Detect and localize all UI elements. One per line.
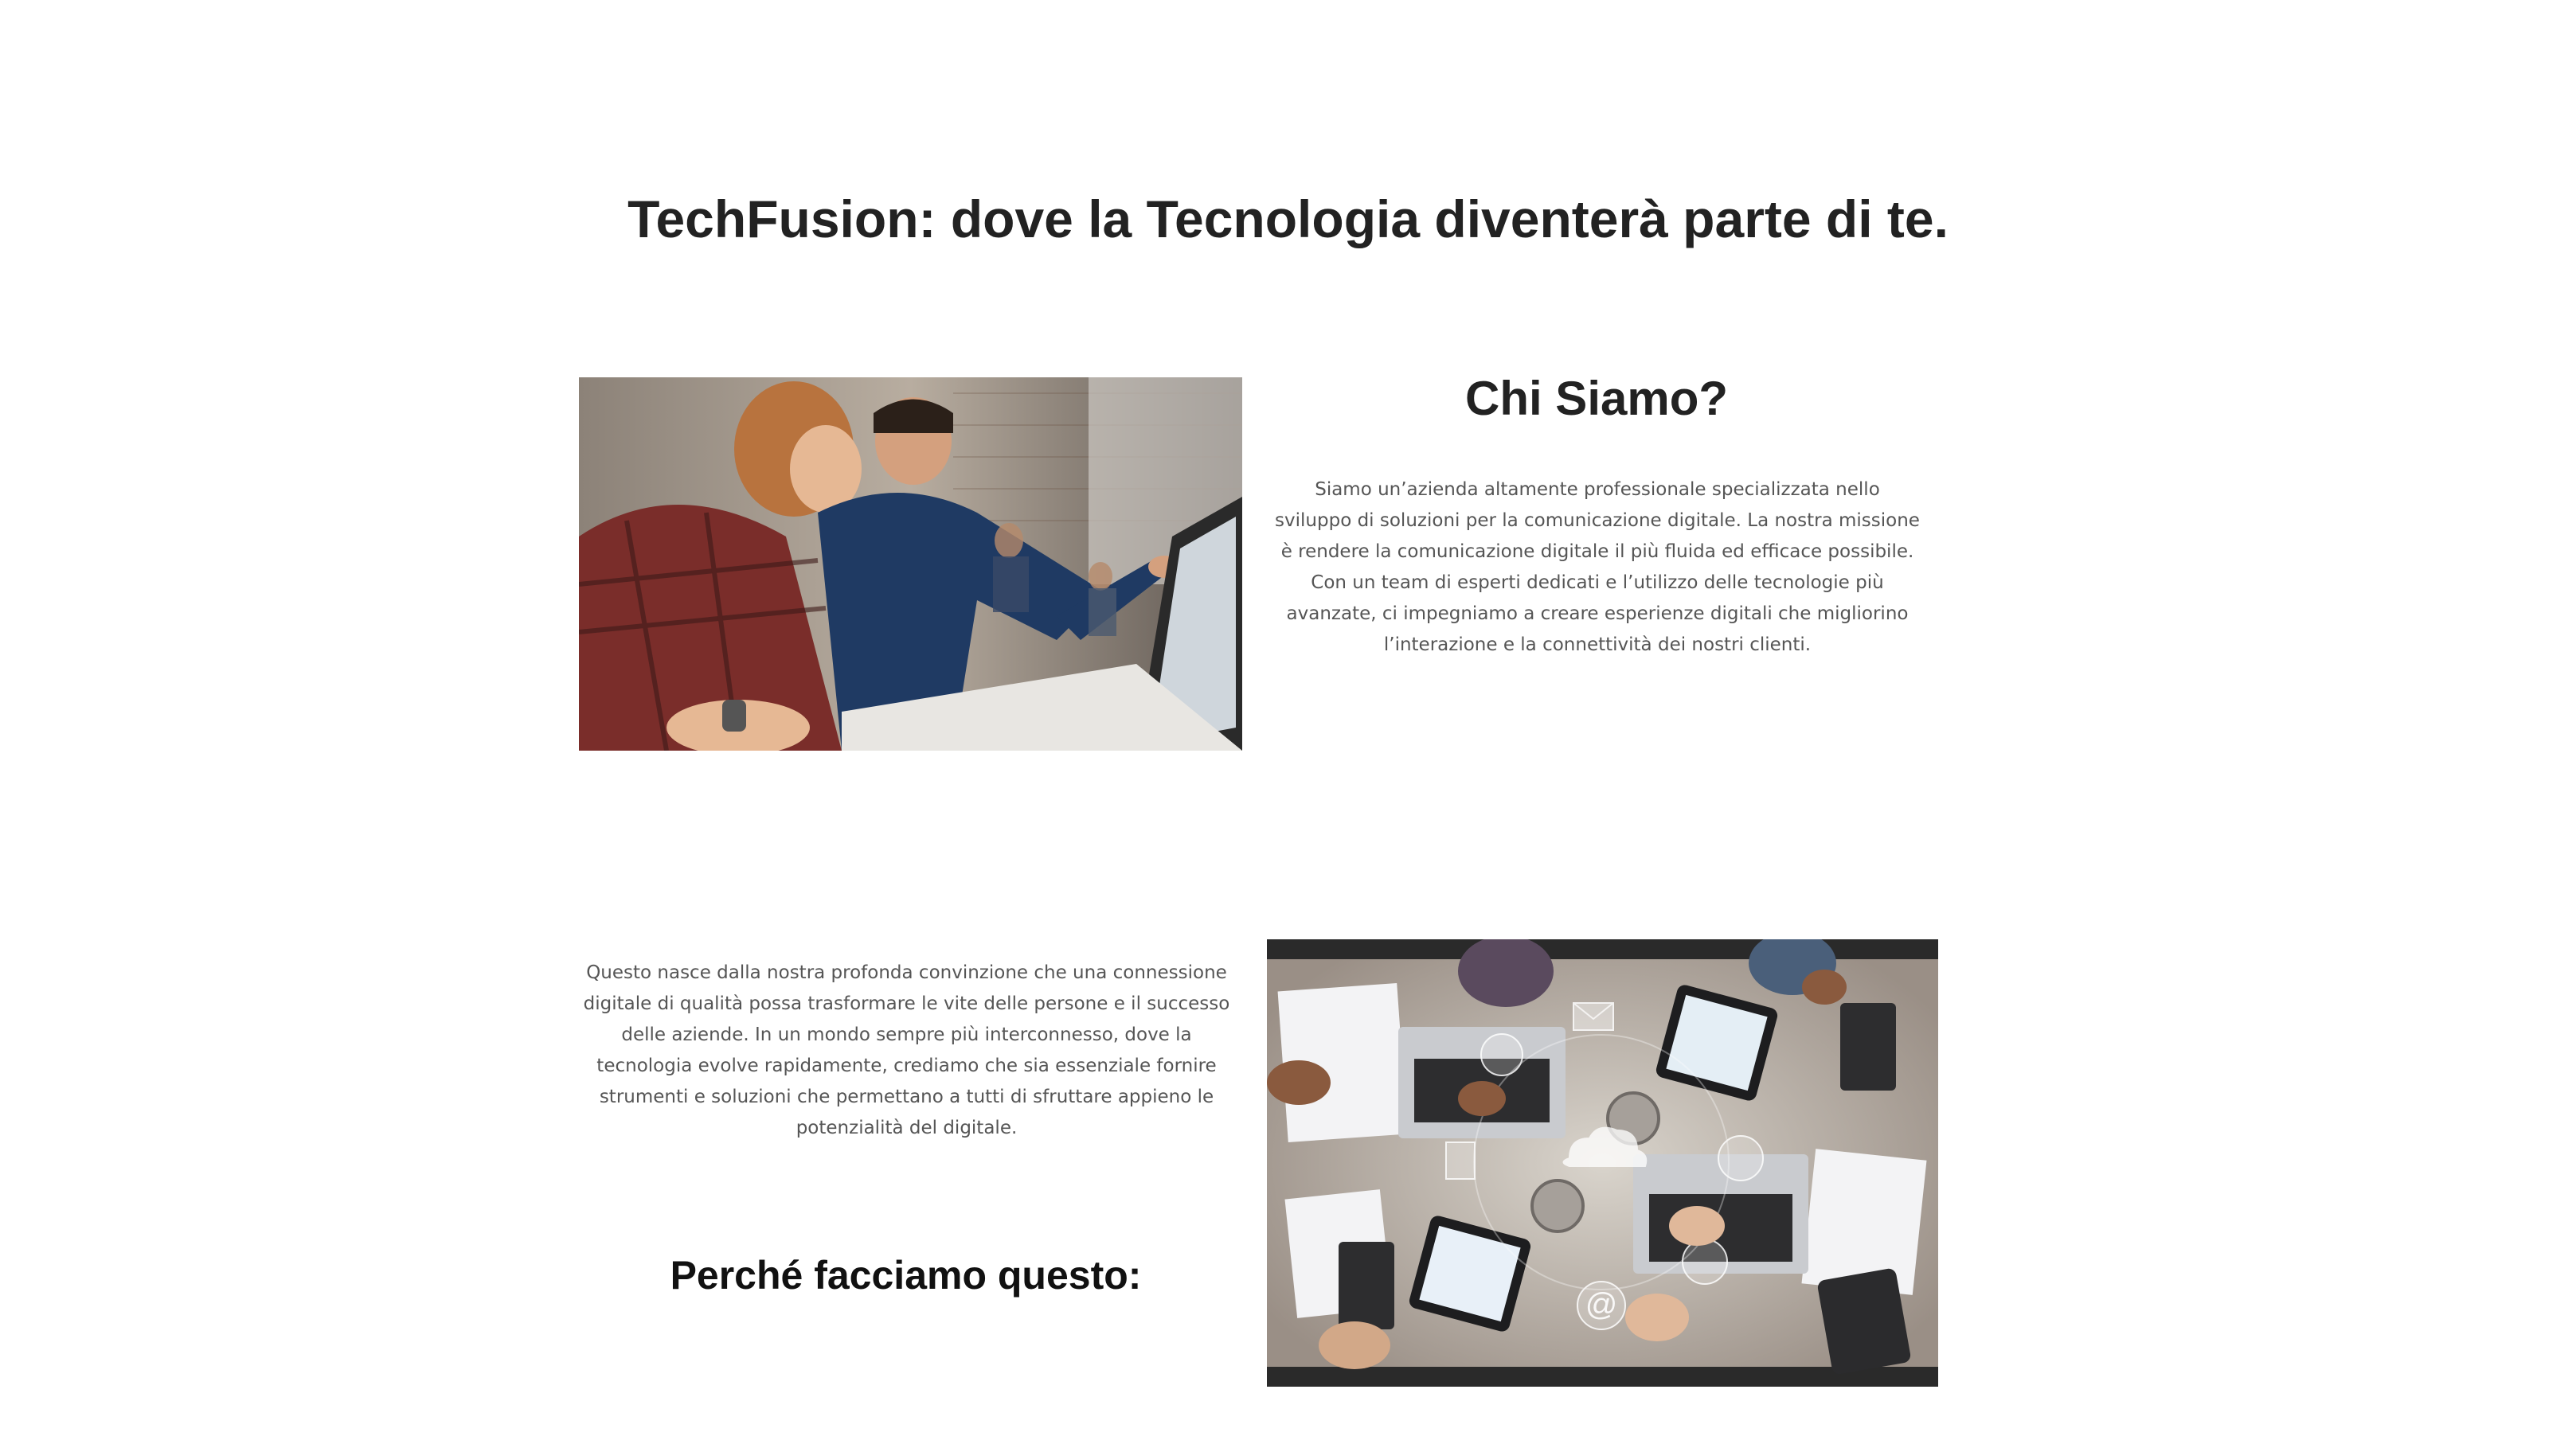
svg-text:@: @ [1585,1287,1618,1322]
why-title: Perché facciamo questo: [670,1253,1142,1298]
business-photo: @ [1267,939,1938,1387]
about-title: Chi Siamo? [1464,372,1729,425]
team-photo [579,377,1242,751]
why-intro-text: Questo nasce dalla nostra profonda convi… [583,962,1230,1138]
business-photo-graphic: @ [1267,939,1938,1387]
about-text: Siamo un’azienda altamente professionale… [1275,479,1920,655]
page-title: TechFusion: dove la Tecnologia diventerà… [627,189,1949,248]
team-photo-graphic [579,377,1242,751]
